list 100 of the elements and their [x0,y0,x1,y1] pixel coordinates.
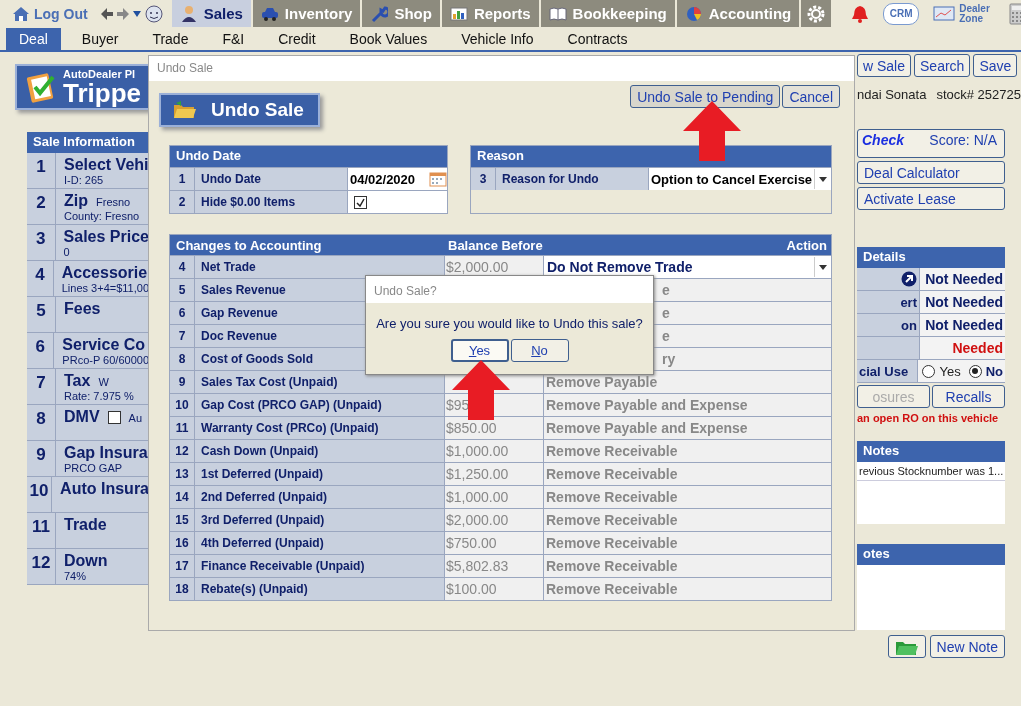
row-number: 7 [27,369,56,404]
balance-cell: $2,000.00 [445,256,544,278]
row-number: 1 [27,153,56,188]
section-summary: 74% [64,570,88,582]
column-header: Changes to Accounting [176,237,323,253]
row-number: 9 [170,371,195,393]
logo-title: Trippe [63,80,141,106]
status-cell: Not Needed [920,268,1005,290]
section-link[interactable]: Fees [64,300,101,318]
note-item[interactable]: revious Stocknumber was 1... [857,462,1005,481]
section-link[interactable]: Tax [64,372,91,390]
action-button[interactable]: Deal Calculator [857,161,1005,184]
row-number: 2 [27,189,56,224]
radio-option[interactable]: No [968,363,1003,379]
dropdown[interactable]: Option to Cancel Exercise [649,168,831,190]
row-number: 14 [170,486,195,508]
action-button[interactable]: Recalls [932,385,1005,408]
back-arrow-icon[interactable] [99,6,114,21]
column-header: Action [786,237,827,253]
section-summary: Rate: 7.975 % [64,390,134,402]
date-field[interactable]: 04/02/2020 [348,168,447,190]
warning-text: an open RO on this vehicle [857,412,1000,424]
sub-tab[interactable]: Contracts [554,28,641,50]
section-summary: PRCO GAP [64,462,124,474]
item-label: Finance Receivable (Unpaid) [195,555,445,577]
dropdown[interactable]: Do Not Remove Trade [544,256,831,278]
section-summary: 0 [63,246,71,258]
field-label: Hide $0.00 Items [195,191,348,213]
section-link[interactable]: Select Vehi [64,156,149,174]
check-label: Check [862,132,905,150]
row-number: 4 [27,261,54,296]
row-number: 12 [170,440,195,462]
sub-tab[interactable]: F&I [209,28,258,50]
item-label: 1st Deferred (Unpaid) [195,463,445,485]
section-link[interactable]: Gap Insura [64,444,148,462]
section-link[interactable]: Down [64,552,108,570]
calendar-icon[interactable] [429,171,447,187]
person-icon [179,4,198,23]
section-link[interactable]: Trade [64,516,107,534]
sub-tab[interactable]: Credit [265,28,329,50]
calculator-icon[interactable] [1009,2,1021,25]
label-cell: on [857,314,920,336]
section-link[interactable]: Accessorie [61,264,148,282]
nav-tab[interactable]: Sales [171,0,251,27]
action-cell: Remove Receivable [544,509,831,531]
forward-arrow-icon[interactable] [115,6,130,21]
section-link[interactable]: DMV [64,408,100,426]
log-out-link[interactable]: Log Out [0,0,92,27]
bell-icon[interactable] [851,3,870,24]
section-link[interactable]: Zip [64,192,88,210]
face-icon[interactable] [143,3,164,24]
row-number: 17 [170,555,195,577]
logo-subtitle: AutoDealer Pl [63,68,137,80]
balance-cell: $750.00 [445,532,544,554]
row-number: 12 [27,549,56,584]
sub-tab[interactable]: Buyer [68,28,132,50]
toolbar-button[interactable]: w Sale [857,54,912,77]
arrow-circle-icon[interactable] [901,271,917,287]
section-detail: Au [128,412,143,424]
sub-tab[interactable]: Deal [6,28,61,50]
caret-icon[interactable] [131,9,142,18]
folder-button[interactable] [887,635,926,658]
action-cell: Remove Payable and Expense [544,417,831,439]
row-number: 9 [27,441,56,476]
section-link[interactable]: Sales Price [63,228,149,246]
sub-tab[interactable]: Book Values [336,28,441,50]
dialog-title: Undo Sale [149,56,854,81]
dialog-button[interactable]: Undo Sale to Pending [630,85,781,108]
balance-cell: $5,802.83 [445,555,544,577]
status-cell: Not Needed [920,291,1005,313]
check-button[interactable]: Check Score: N/A [857,129,1005,158]
header-title: Undo Sale [211,99,304,121]
toolbar-button[interactable]: Save [973,54,1018,77]
crm-button[interactable]: CRM [883,2,920,25]
dealer-zone-link[interactable]: Dealer Zone [959,3,996,24]
sub-tab[interactable]: Trade [139,28,202,50]
checkbox[interactable] [107,410,121,424]
action-cell: Remove Receivable [544,578,831,600]
section-summary: County: Fresno [64,210,140,222]
folder-icon [173,100,197,120]
sub-tab[interactable]: Vehicle Info [448,28,547,50]
section-link[interactable]: Auto Insura [60,480,149,498]
dialog-button[interactable]: Cancel [782,85,840,108]
balance-cell: $2,000.00 [445,509,544,531]
checkbox[interactable] [354,195,367,209]
item-label: Cash Down (Unpaid) [195,440,445,462]
new-note-button[interactable]: New Note [929,635,1005,658]
check-mark-icon [356,197,365,207]
pie-chart-icon [684,4,703,23]
row-number: 13 [170,463,195,485]
action-button[interactable]: Activate Lease [857,187,1005,210]
stock-number: stock# 252725 [936,87,1021,102]
dialog-button[interactable]: No [510,339,569,362]
row-number: 8 [170,348,195,370]
row-number: 1 [170,168,195,190]
radio-option[interactable]: Yes [922,363,961,379]
toolbar-button[interactable]: Search [914,54,971,77]
section-link[interactable]: Service Co [62,336,146,354]
row-number: 4 [170,256,195,278]
dialog-button[interactable]: Yes [450,339,509,362]
